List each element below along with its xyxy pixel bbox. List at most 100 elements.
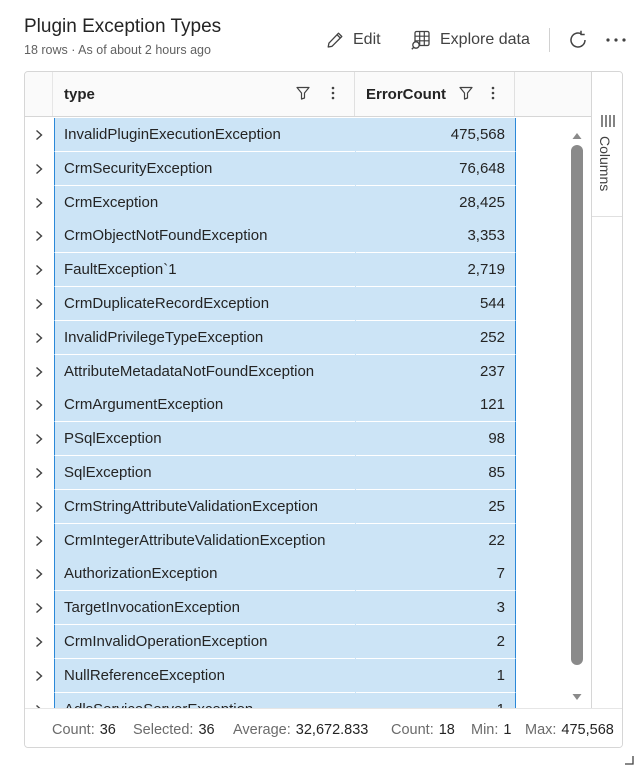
cell-type[interactable]: AttributeMetadataNotFoundException	[54, 354, 356, 389]
table-row[interactable]: AttributeMetadataNotFoundException 237	[25, 354, 591, 389]
cell-type[interactable]: CrmObjectNotFoundException	[54, 219, 356, 254]
table-row[interactable]: CrmInvalidOperationException 2	[25, 625, 591, 659]
cell-errorcount[interactable]: 76,648	[356, 151, 516, 186]
table-row[interactable]: CrmArgumentException 121	[25, 388, 591, 423]
cell-errorcount[interactable]: 237	[356, 354, 516, 389]
chevron-right-icon[interactable]	[25, 152, 53, 186]
scroll-up-icon[interactable]	[572, 127, 582, 145]
edit-button[interactable]: Edit	[325, 26, 381, 54]
chevron-right-icon[interactable]	[25, 287, 53, 321]
cell-errorcount[interactable]: 1	[356, 692, 516, 708]
table-row[interactable]: CrmException 28,425	[25, 185, 591, 220]
status-count2-label: Count:	[391, 722, 434, 738]
cell-type[interactable]: NullReferenceException	[54, 658, 356, 693]
cell-type[interactable]: CrmSecurityException	[54, 151, 356, 186]
vertical-scrollbar[interactable]	[568, 125, 586, 700]
side-panel: Columns	[591, 72, 622, 747]
cell-type[interactable]: AdlsServiceServerException	[54, 692, 356, 708]
cell-type[interactable]: CrmArgumentException	[54, 388, 356, 423]
cell-type[interactable]: InvalidPrivilegeTypeException	[54, 320, 356, 355]
card-title: Plugin Exception Types	[24, 16, 222, 37]
table-row[interactable]: InvalidPrivilegeTypeException 252	[25, 320, 591, 355]
toolbar-divider	[549, 28, 550, 52]
filter-icon[interactable]	[295, 85, 311, 106]
cell-errorcount[interactable]: 28,425	[356, 185, 516, 220]
edit-pencil-icon	[325, 30, 345, 50]
chevron-right-icon[interactable]	[25, 456, 53, 490]
cell-type[interactable]: TargetInvocationException	[54, 591, 356, 626]
cell-errorcount[interactable]: 25	[356, 489, 516, 524]
table-row[interactable]: SqlException 85	[25, 456, 591, 490]
chevron-right-icon[interactable]	[25, 118, 53, 152]
status-count2: Count: 18	[391, 722, 455, 738]
chevron-right-icon[interactable]	[25, 693, 53, 708]
scrollbar-thumb[interactable]	[571, 145, 583, 665]
table-row[interactable]: CrmObjectNotFoundException 3,353	[25, 219, 591, 254]
cell-type[interactable]: CrmIntegerAttributeValidationException	[54, 523, 356, 558]
cell-errorcount[interactable]: 252	[356, 320, 516, 355]
cell-errorcount[interactable]: 85	[356, 456, 516, 490]
status-count-label: Count:	[52, 722, 95, 738]
cell-errorcount[interactable]: 7	[356, 557, 516, 592]
cell-type[interactable]: FaultException`1	[54, 253, 356, 288]
cell-errorcount[interactable]: 2	[356, 625, 516, 659]
table-row[interactable]: InvalidPluginExecutionException 475,568	[25, 118, 591, 152]
chevron-right-icon[interactable]	[25, 659, 53, 693]
table-row[interactable]: FaultException`1 2,719	[25, 253, 591, 288]
cell-type[interactable]: CrmInvalidOperationException	[54, 625, 356, 659]
cell-type[interactable]: CrmException	[54, 185, 356, 220]
table-row[interactable]: CrmDuplicateRecordException 544	[25, 287, 591, 321]
table-row[interactable]: NullReferenceException 1	[25, 658, 591, 693]
more-options-button[interactable]	[604, 26, 628, 54]
chevron-right-icon[interactable]	[25, 591, 53, 625]
cell-errorcount[interactable]: 121	[356, 388, 516, 423]
column-header-type[interactable]: type	[53, 72, 355, 116]
table-row[interactable]: AdlsServiceServerException1	[25, 692, 591, 708]
table-row[interactable]: CrmSecurityException 76,648	[25, 151, 591, 186]
explore-grid-icon	[410, 29, 432, 51]
table-row[interactable]: AuthorizationException 7	[25, 557, 591, 592]
cell-type[interactable]: PSqlException	[54, 422, 356, 457]
chevron-right-icon[interactable]	[25, 253, 53, 287]
chevron-right-icon[interactable]	[25, 422, 53, 456]
resize-grip-icon[interactable]	[624, 752, 634, 768]
cell-errorcount[interactable]: 3	[356, 591, 516, 626]
cell-type[interactable]: CrmDuplicateRecordException	[54, 287, 356, 321]
table-row[interactable]: TargetInvocationException 3	[25, 591, 591, 626]
chevron-right-icon[interactable]	[25, 388, 53, 422]
chevron-right-icon[interactable]	[25, 490, 53, 524]
table-row[interactable]: CrmStringAttributeValidationException 25	[25, 489, 591, 524]
table-row[interactable]: PSqlException 98	[25, 422, 591, 457]
chevron-right-icon[interactable]	[25, 625, 53, 659]
cell-type[interactable]: CrmStringAttributeValidationException	[54, 489, 356, 524]
chevron-right-icon[interactable]	[25, 557, 53, 591]
table-row[interactable]: CrmIntegerAttributeValidationException 22	[25, 523, 591, 558]
status-selected-value: 36	[198, 722, 215, 738]
chevron-right-icon[interactable]	[25, 524, 53, 558]
column-header-errorcount[interactable]: ErrorCount	[355, 72, 515, 116]
column-header-errorcount-label: ErrorCount	[366, 86, 446, 103]
filter-icon[interactable]	[458, 85, 474, 106]
cell-errorcount[interactable]: 3,353	[356, 219, 516, 254]
cell-type[interactable]: AuthorizationException	[54, 557, 356, 592]
more-options-icon	[604, 28, 628, 52]
chevron-right-icon[interactable]	[25, 186, 53, 220]
column-menu-icon[interactable]	[325, 85, 341, 106]
cell-errorcount[interactable]: 2,719	[356, 253, 516, 288]
explore-data-button[interactable]: Explore data	[410, 26, 530, 54]
cell-type[interactable]: SqlException	[54, 456, 356, 490]
status-max-label: Max:	[525, 722, 557, 738]
chevron-right-icon[interactable]	[25, 219, 53, 253]
chevron-right-icon[interactable]	[25, 355, 53, 389]
cell-errorcount[interactable]: 544	[356, 287, 516, 321]
columns-tool-tab[interactable]: Columns	[592, 72, 622, 217]
cell-errorcount[interactable]: 22	[356, 523, 516, 558]
cell-errorcount[interactable]: 475,568	[356, 118, 516, 152]
cell-type[interactable]: InvalidPluginExecutionException	[54, 118, 356, 152]
chevron-right-icon[interactable]	[25, 321, 53, 355]
cell-errorcount[interactable]: 98	[356, 422, 516, 457]
column-menu-icon[interactable]	[485, 85, 501, 106]
refresh-button[interactable]	[566, 26, 590, 54]
scroll-down-icon[interactable]	[572, 688, 582, 706]
cell-errorcount[interactable]: 1	[356, 658, 516, 693]
